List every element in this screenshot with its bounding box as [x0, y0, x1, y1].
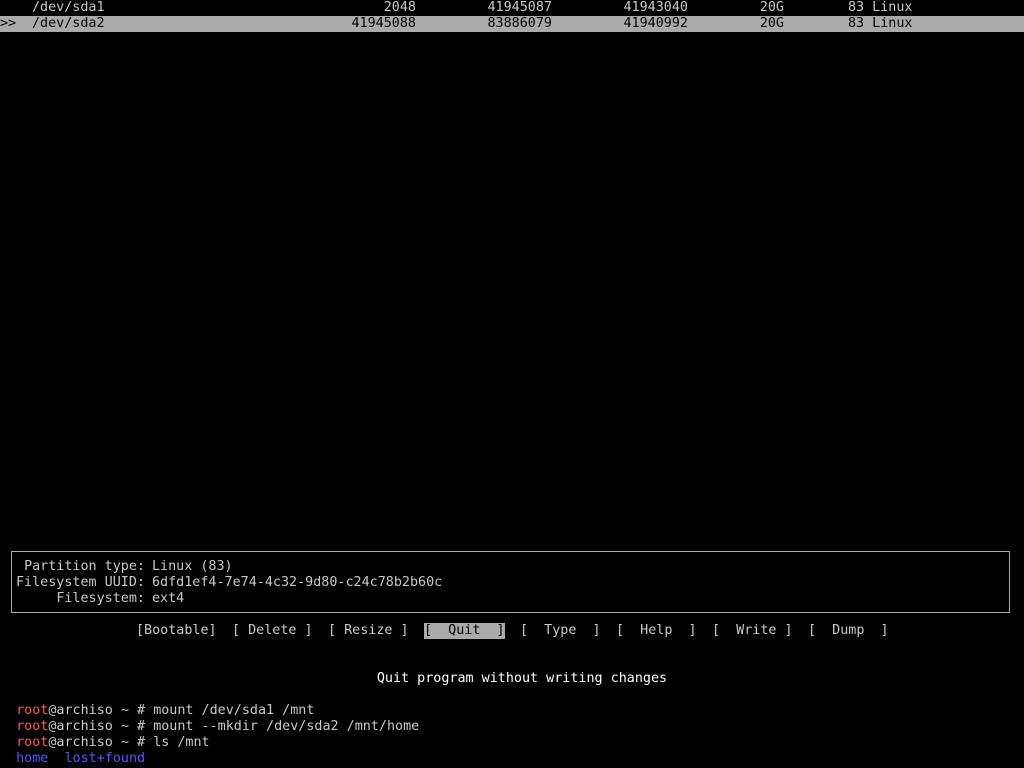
filesystem-value: ext4 [152, 591, 185, 606]
start-sector: 41945088 [351, 16, 417, 31]
write-button[interactable]: [ Write ] [712, 623, 793, 639]
filesystem-label: Filesystem: [56, 591, 145, 606]
filesystem-line: Filesystem: ext4 [12, 591, 1009, 607]
dump-button[interactable]: [ Dump ] [808, 623, 889, 639]
sector-count: 41943040 [623, 0, 689, 15]
start-sector: 2048 [383, 0, 416, 15]
row-marker: >> [0, 16, 17, 31]
partition-size: 20G [759, 16, 784, 31]
partition-row-sda2[interactable]: >> /dev/sda2 41945088 83886079 41940992 … [0, 16, 1024, 32]
filesystem-uuid-value: 6dfd1ef4-7e74-4c32-9d80-c24c78b2b60c [152, 575, 443, 590]
partition-type: 83 Linux [848, 16, 913, 31]
partition-row-sda1[interactable]: /dev/sda1 2048 41945087 41943040 20G 83 … [0, 0, 1024, 16]
filesystem-uuid-line: Filesystem UUID: 6dfd1ef4-7e74-4c32-9d80… [12, 575, 1009, 591]
partition-type-value: Linux (83) [152, 559, 233, 574]
partition-size: 20G [759, 0, 784, 15]
partition-info-box: Partition type: Linux (83) Filesystem UU… [11, 551, 1010, 613]
type-button[interactable]: [ Type ] [520, 623, 601, 639]
action-hint: Quit program without writing changes [376, 671, 668, 686]
end-sector: 41945087 [487, 0, 553, 15]
terminal-output-line: home lost+found [0, 735, 145, 766]
end-sector: 83886079 [487, 16, 553, 31]
device-name: /dev/sda1 [32, 0, 105, 15]
terminal-input-line[interactable]: root@archiso ~ # [0, 751, 160, 768]
device-name: /dev/sda2 [32, 16, 105, 31]
terminal-command-line: root@archiso ~ # mount --mkdir /dev/sda2… [0, 703, 419, 734]
partition-type-label: Partition type: [24, 559, 145, 574]
quit-button[interactable]: [ Quit ] [424, 623, 505, 639]
terminal-command-line: root@archiso ~ # mount /dev/sda1 /mnt [0, 687, 314, 718]
sector-count: 41940992 [623, 16, 689, 31]
resize-button[interactable]: [ Resize ] [328, 623, 409, 639]
delete-button[interactable]: [ Delete ] [232, 623, 313, 639]
action-menu: [Bootable] [ Delete ] [ Resize ] [ Quit … [0, 623, 1024, 639]
help-button[interactable]: [ Help ] [616, 623, 697, 639]
partition-type-line: Partition type: Linux (83) [12, 559, 1009, 575]
bootable-button[interactable]: [Bootable] [136, 623, 217, 639]
filesystem-uuid-label: Filesystem UUID: [16, 575, 145, 590]
command-text: ls /mnt [153, 735, 210, 750]
partition-type: 83 Linux [848, 0, 913, 15]
terminal-command-line: root@archiso ~ # ls /mnt [0, 719, 210, 750]
